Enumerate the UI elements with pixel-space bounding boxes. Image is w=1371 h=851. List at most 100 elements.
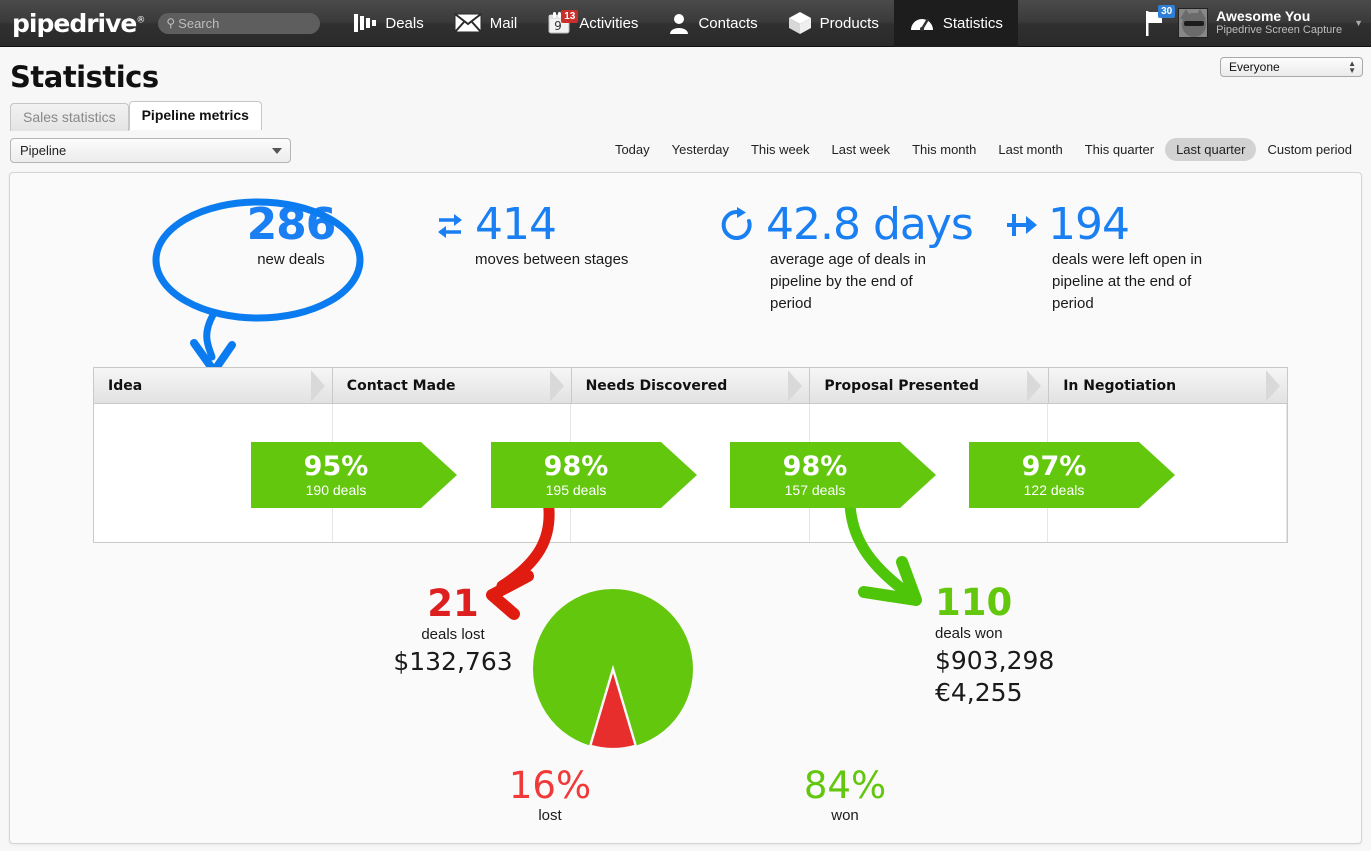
user-filter-value: Everyone bbox=[1229, 59, 1280, 74]
user-name: Awesome You bbox=[1216, 8, 1311, 24]
metric-average-age: 42.8 days average age of deals in pipeli… bbox=[718, 201, 988, 315]
period-this-quarter[interactable]: This quarter bbox=[1074, 138, 1165, 161]
page-title: Statistics bbox=[10, 60, 159, 94]
exchange-icon bbox=[435, 209, 465, 241]
stage-header-needs-discovered[interactable]: Needs Discovered bbox=[571, 368, 811, 403]
pipeline-select-value: Pipeline bbox=[20, 143, 67, 158]
stage-header-contact-made[interactable]: Contact Made bbox=[332, 368, 572, 403]
conversion-arrow-3: 98% 157 deals bbox=[730, 442, 936, 508]
lost-percentage: 16% bbox=[508, 764, 592, 807]
nav-item-contacts[interactable]: Contacts bbox=[653, 0, 772, 47]
tab-sales-statistics[interactable]: Sales statistics bbox=[10, 103, 129, 131]
calendar-icon: 9 13 bbox=[547, 10, 579, 35]
period-yesterday[interactable]: Yesterday bbox=[661, 138, 740, 161]
metric-value: 414 bbox=[475, 199, 557, 250]
conversion-deals: 157 deals bbox=[784, 481, 846, 498]
stage-header-idea[interactable]: Idea bbox=[94, 368, 333, 403]
page-header: Statistics Everyone ▲ ▼ Sales statistics … bbox=[0, 47, 1371, 132]
period-filter-group: Today Yesterday This week Last week This… bbox=[604, 138, 1363, 161]
chevron-right-icon bbox=[788, 368, 810, 403]
pipeline-select[interactable]: Pipeline bbox=[10, 138, 291, 163]
lost-percentage-block: 16% lost bbox=[460, 764, 640, 825]
conversion-percent: 98% bbox=[782, 450, 848, 482]
conversion-deals: 195 deals bbox=[545, 481, 607, 498]
search-input[interactable]: ⚲ Search bbox=[158, 12, 321, 34]
nav-item-products[interactable]: Products bbox=[773, 0, 894, 47]
chevron-right-icon bbox=[1265, 368, 1288, 403]
period-last-week[interactable]: Last week bbox=[821, 138, 902, 161]
metric-value: 194 bbox=[1048, 199, 1130, 250]
metric-label: moves between stages bbox=[475, 251, 629, 268]
chevron-right-icon bbox=[549, 368, 572, 403]
refresh-icon bbox=[718, 206, 756, 244]
logo-text: pipedrive bbox=[12, 8, 137, 38]
nav-item-mail[interactable]: Mail bbox=[439, 0, 533, 47]
period-this-month[interactable]: This month bbox=[901, 138, 987, 161]
user-subtitle: Pipedrive Screen Capture bbox=[1216, 24, 1343, 36]
period-last-month[interactable]: Last month bbox=[987, 138, 1073, 161]
tab-pipeline-metrics[interactable]: Pipeline metrics bbox=[128, 101, 262, 130]
nav-label-mail: Mail bbox=[489, 14, 518, 32]
conversion-percent: 98% bbox=[543, 450, 609, 482]
activities-badge: 13 bbox=[561, 10, 579, 23]
box-icon bbox=[788, 11, 812, 35]
won-percentage-block: 84% won bbox=[755, 765, 935, 825]
deals-won-label: deals won bbox=[935, 625, 1003, 642]
metric-moves-between-stages: 414 moves between stages bbox=[435, 201, 695, 271]
envelope-icon bbox=[453, 13, 482, 33]
search-icon: ⚲ bbox=[166, 16, 176, 30]
tab-label: Pipeline metrics bbox=[141, 107, 249, 123]
stage-name: Needs Discovered bbox=[585, 377, 728, 394]
nav-item-statistics[interactable]: Statistics bbox=[893, 0, 1018, 47]
conversion-deals: 190 deals bbox=[305, 481, 367, 498]
chevron-right-icon bbox=[310, 368, 333, 403]
won-percentage-label: won bbox=[831, 807, 859, 824]
conversion-arrow-2: 98% 195 deals bbox=[491, 442, 697, 508]
nav-label-products: Products bbox=[819, 14, 879, 32]
deals-won-count: 110 bbox=[935, 581, 1013, 624]
person-icon bbox=[668, 12, 690, 34]
top-navigation-bar: pipedrive® ⚲ Search Deals Mail 9 13 Acti… bbox=[0, 0, 1371, 47]
avatar bbox=[1178, 8, 1209, 38]
nav-item-activities[interactable]: 9 13 Activities bbox=[532, 0, 653, 47]
conversion-deals: 122 deals bbox=[1023, 481, 1085, 498]
nav-item-deals[interactable]: Deals bbox=[338, 0, 438, 47]
pipeline-stage-body: 95% 190 deals 98% 195 deals 98% 157 deal… bbox=[93, 403, 1288, 543]
deals-won-value-eur: €4,255 bbox=[935, 678, 1023, 707]
statistics-tabs: Sales statistics Pipeline metrics bbox=[10, 101, 262, 131]
period-last-quarter[interactable]: Last quarter bbox=[1165, 138, 1257, 161]
bars-icon bbox=[353, 13, 377, 33]
nav-label-activities: Activities bbox=[579, 14, 639, 32]
notifications-flag-button[interactable]: 30 bbox=[1130, 0, 1178, 47]
gauge-icon bbox=[909, 11, 935, 35]
chevron-right-icon bbox=[1027, 368, 1049, 403]
conversion-percent: 97% bbox=[1021, 450, 1087, 482]
stage-name: Idea bbox=[108, 377, 143, 394]
period-custom[interactable]: Custom period bbox=[1256, 138, 1363, 161]
metric-value: 286 bbox=[246, 199, 337, 250]
stage-header-in-negotiation[interactable]: In Negotiation bbox=[1049, 368, 1287, 403]
metrics-row: 286 new deals 414 moves between stages 4… bbox=[10, 173, 1361, 363]
chevron-down-icon bbox=[272, 148, 282, 154]
stage-header-proposal-presented[interactable]: Proposal Presented bbox=[810, 368, 1050, 403]
filter-row: Pipeline Today Yesterday This week Last … bbox=[0, 132, 1371, 170]
flag-badge: 30 bbox=[1158, 4, 1176, 18]
conversion-arrow-4: 97% 122 deals bbox=[969, 442, 1175, 508]
period-this-week[interactable]: This week bbox=[740, 138, 821, 161]
user-filter-select[interactable]: Everyone ▲ ▼ bbox=[1220, 57, 1363, 77]
nav-label-contacts: Contacts bbox=[698, 14, 758, 32]
metric-value: 42.8 days bbox=[766, 199, 974, 250]
won-lost-pie-chart bbox=[533, 589, 693, 749]
stage-name: Contact Made bbox=[346, 377, 456, 394]
pipedrive-logo[interactable]: pipedrive® bbox=[12, 8, 145, 38]
search-placeholder: Search bbox=[178, 15, 220, 31]
deals-won-summary: 110 deals won $903,298 €4,255 bbox=[935, 583, 1165, 709]
metric-label: new deals bbox=[257, 251, 325, 268]
stage-name: Proposal Presented bbox=[824, 377, 979, 394]
period-today[interactable]: Today bbox=[604, 138, 661, 161]
user-menu[interactable]: Awesome You Pipedrive Screen Capture ▼ bbox=[1178, 0, 1371, 47]
pipeline-funnel: Idea Contact Made Needs Discovered Propo… bbox=[93, 367, 1288, 543]
chevron-down-icon: ▼ bbox=[1354, 18, 1363, 28]
lost-percentage-label: lost bbox=[538, 807, 562, 824]
stage-name: In Negotiation bbox=[1063, 377, 1177, 394]
